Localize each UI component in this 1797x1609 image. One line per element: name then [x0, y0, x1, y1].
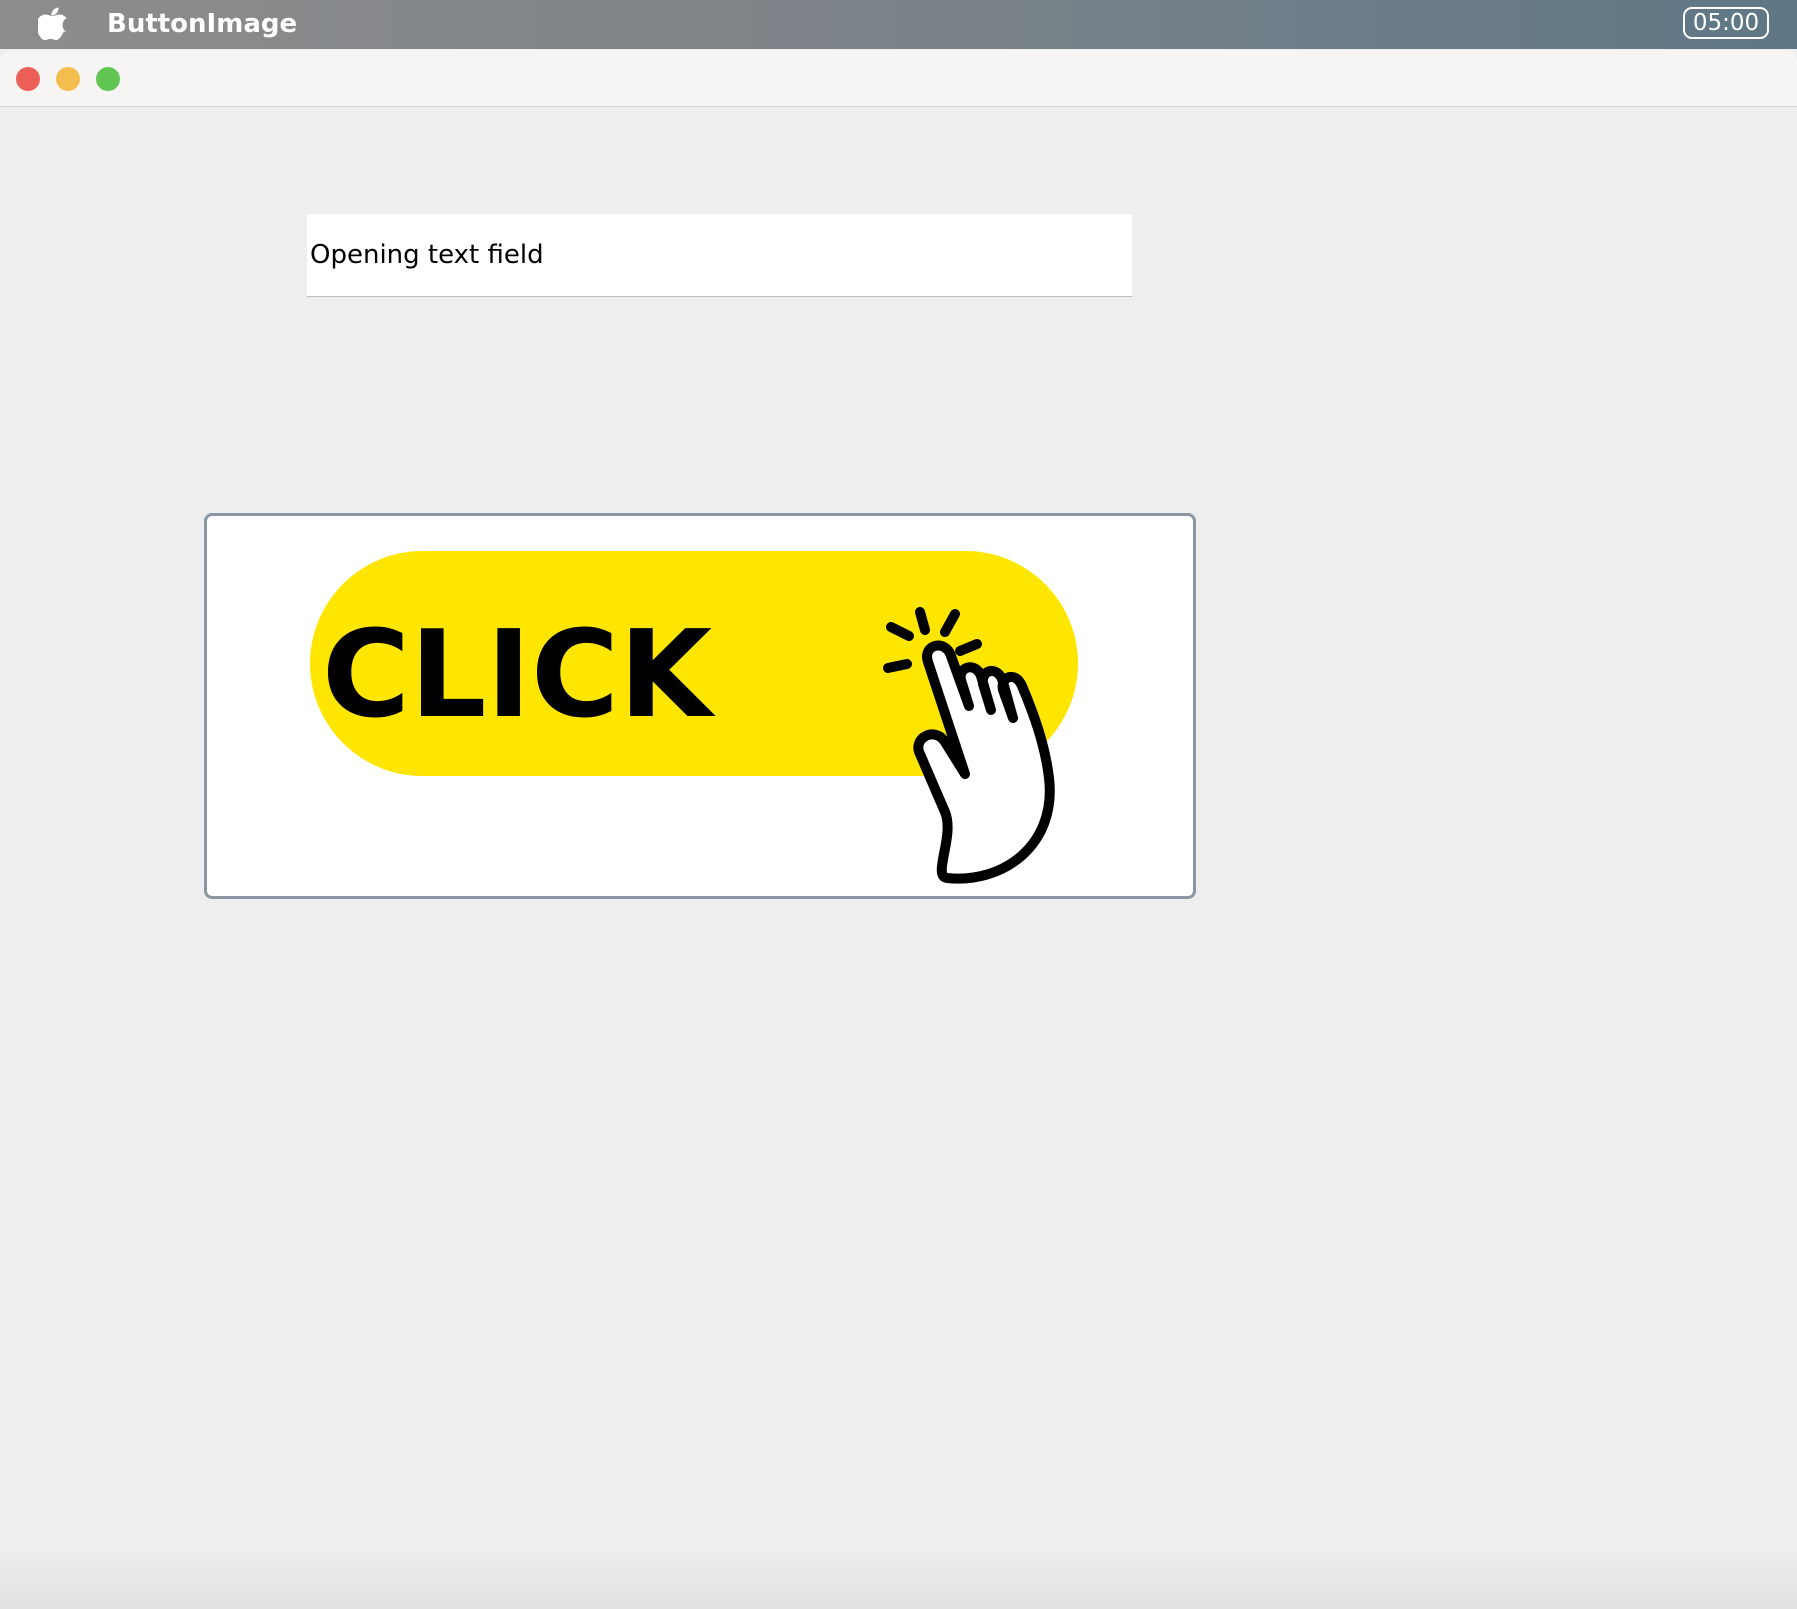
click-image-button[interactable]: CLICK	[204, 513, 1196, 899]
window-content: CLICK	[0, 107, 1797, 1609]
click-button-image: CLICK	[310, 551, 1078, 884]
apple-logo-icon[interactable]	[38, 7, 68, 41]
click-label: CLICK	[322, 606, 716, 745]
bottom-shadow	[0, 1549, 1797, 1609]
menu-bar: ButtonImage 05:00	[0, 0, 1797, 49]
clock-display: 05:00	[1683, 7, 1769, 39]
minimize-window-button[interactable]	[56, 67, 80, 91]
close-window-button[interactable]	[16, 67, 40, 91]
app-name-menu[interactable]: ButtonImage	[107, 7, 297, 41]
window-titlebar[interactable]	[0, 50, 1797, 107]
opening-text-field[interactable]	[307, 214, 1132, 297]
zoom-window-button[interactable]	[96, 67, 120, 91]
app-window: CLICK	[0, 50, 1797, 1609]
